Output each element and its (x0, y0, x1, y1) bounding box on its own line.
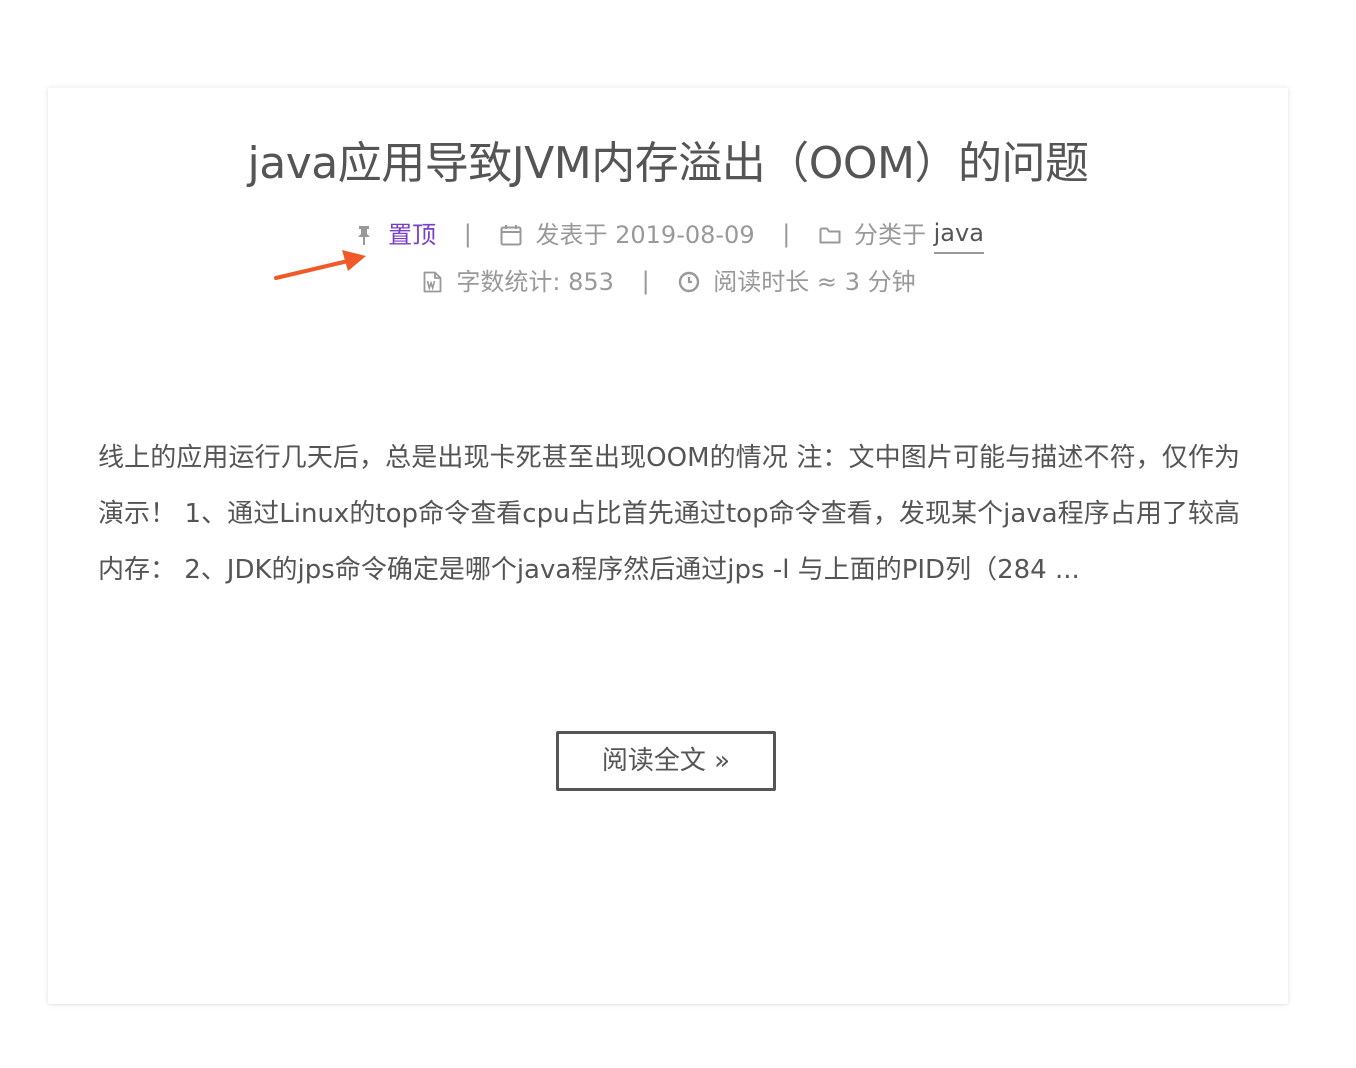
arrow-icon (274, 250, 366, 280)
readtime-unit: 分钟 (867, 268, 916, 296)
meta-separator: | (463, 219, 472, 248)
category-link[interactable]: java (933, 215, 984, 254)
post-meta-row-2: 字数统计: 853 | 阅读时长 ≈ 3 分钟 (0, 263, 1336, 300)
category-prefix: 分类于 (853, 220, 926, 249)
post-meta-row-1: 置顶 | 发表于 2019-08-09 | 分类于 java (0, 215, 1336, 254)
meta-separator: | (782, 219, 791, 248)
read-time: 阅读时长 ≈ 3 分钟 (677, 264, 916, 300)
wordcount-label: 字数统计: (456, 268, 561, 296)
file-word-icon (420, 270, 444, 294)
post-date: 发表于 2019-08-09 (499, 217, 755, 253)
posted-date-value: 2019-08-09 (615, 220, 755, 249)
wordcount-value: 853 (568, 268, 614, 296)
post-category: 分类于 java (818, 215, 984, 254)
readtime-value: 3 (844, 268, 860, 296)
pinned-label: 置顶 (388, 220, 437, 249)
read-more-button[interactable]: 阅读全文 » (556, 731, 776, 791)
post-title[interactable]: java应用导致JVM内存溢出（OOM）的问题 (0, 132, 1336, 196)
meta-separator: | (641, 267, 650, 295)
thumbtack-icon (352, 223, 376, 247)
post-excerpt: 线上的应用运行几天后，总是出现卡死甚至出现OOM的情况 注：文中图片可能与描述不… (98, 443, 1240, 585)
readtime-label: 阅读时长 ≈ (713, 268, 838, 296)
word-count: 字数统计: 853 (420, 264, 614, 300)
posted-prefix: 发表于 (535, 220, 608, 249)
folder-icon (818, 223, 842, 247)
calendar-icon (499, 223, 523, 247)
clock-icon (677, 270, 701, 294)
